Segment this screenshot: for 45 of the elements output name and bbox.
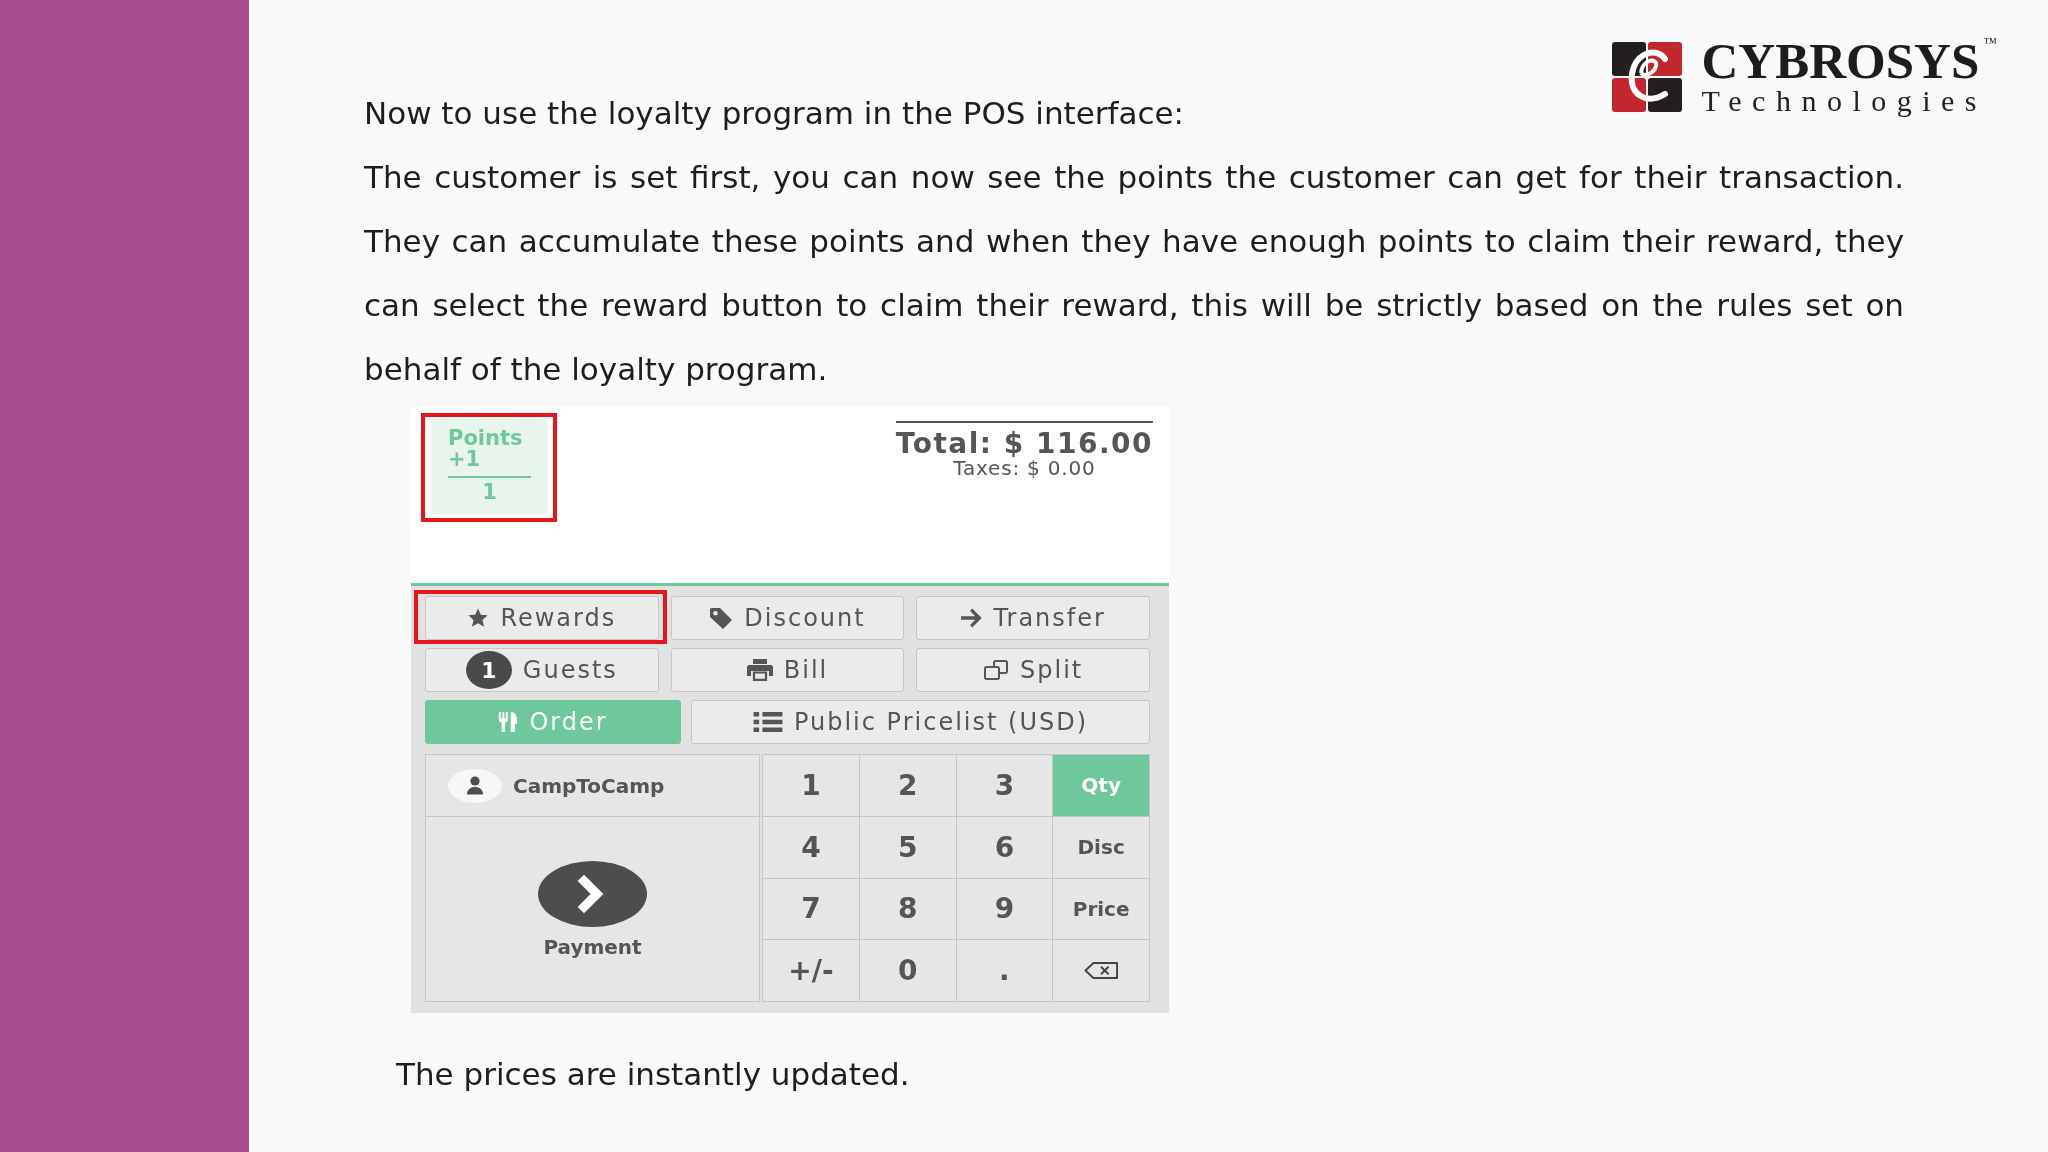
tax-amount: Taxes: $ 0.00 [953, 457, 1096, 479]
pricelist-button[interactable]: Public Pricelist (USD) [691, 700, 1150, 744]
numpad-key[interactable]: 1 [763, 755, 859, 816]
caption-text: The prices are instantly updated. [396, 1055, 910, 1094]
mode-key[interactable]: Price [1053, 878, 1149, 940]
backspace-icon [1084, 962, 1119, 980]
numpad-key[interactable]: 3 [956, 755, 1053, 816]
logo-icon [1611, 42, 1682, 112]
numpad-key[interactable]: . [956, 940, 1053, 1001]
overlapping-squares-icon [983, 659, 1010, 681]
list-icon [752, 712, 783, 732]
bill-button[interactable]: Bill [670, 648, 905, 692]
tag-icon [709, 607, 734, 629]
numpad-key[interactable]: 5 [859, 816, 956, 878]
numpad-key[interactable]: +/- [763, 940, 859, 1001]
points-change: +1 [448, 449, 481, 470]
arrow-right-icon [960, 608, 983, 628]
rewards-button[interactable]: Rewards [425, 596, 659, 640]
discount-button[interactable]: Discount [670, 596, 905, 640]
transfer-button[interactable]: Transfer [916, 596, 1150, 640]
numpad-key[interactable]: 2 [859, 755, 956, 816]
backspace-key[interactable] [1053, 940, 1149, 1001]
split-button[interactable]: Split [916, 648, 1150, 692]
numpad-key[interactable]: 7 [763, 878, 859, 940]
person-icon [448, 768, 502, 803]
numpad-key[interactable]: 8 [859, 878, 956, 940]
numpad-key[interactable]: 4 [763, 816, 859, 878]
points-total: 1 [482, 482, 497, 503]
chevron-right-icon [538, 861, 647, 927]
guest-count-badge: 1 [465, 651, 512, 689]
points-label: Points [448, 428, 523, 449]
total-amount: Total: $ 116.00 [895, 429, 1153, 459]
slide-heading: Now to use the loyalty program in the POS interface: [364, 94, 1185, 133]
body-paragraph: The customer is set first, you can now see the points the customer can get for their transaction. They can accumulate these points and when they have enough points to claim their reward, they can select the reward button to claim their reward, this will be strictly based on the rules set on behalf of the loyalty program. [364, 158, 1904, 389]
guests-button[interactable]: 1 Guests [425, 648, 659, 692]
star-icon [467, 607, 490, 629]
brand-name: CYBROSYS [1701, 36, 1980, 86]
fork-knife-icon [498, 711, 519, 733]
numpad-key[interactable]: 6 [956, 816, 1053, 878]
brand-tagline: Technologies [1701, 86, 1988, 116]
printer-icon [746, 659, 773, 681]
numpad-key[interactable]: 0 [859, 940, 956, 1001]
mode-key[interactable]: Disc [1053, 816, 1149, 878]
numpad-key[interactable]: 9 [956, 878, 1053, 940]
trademark-sign: ™ [1983, 36, 1997, 50]
